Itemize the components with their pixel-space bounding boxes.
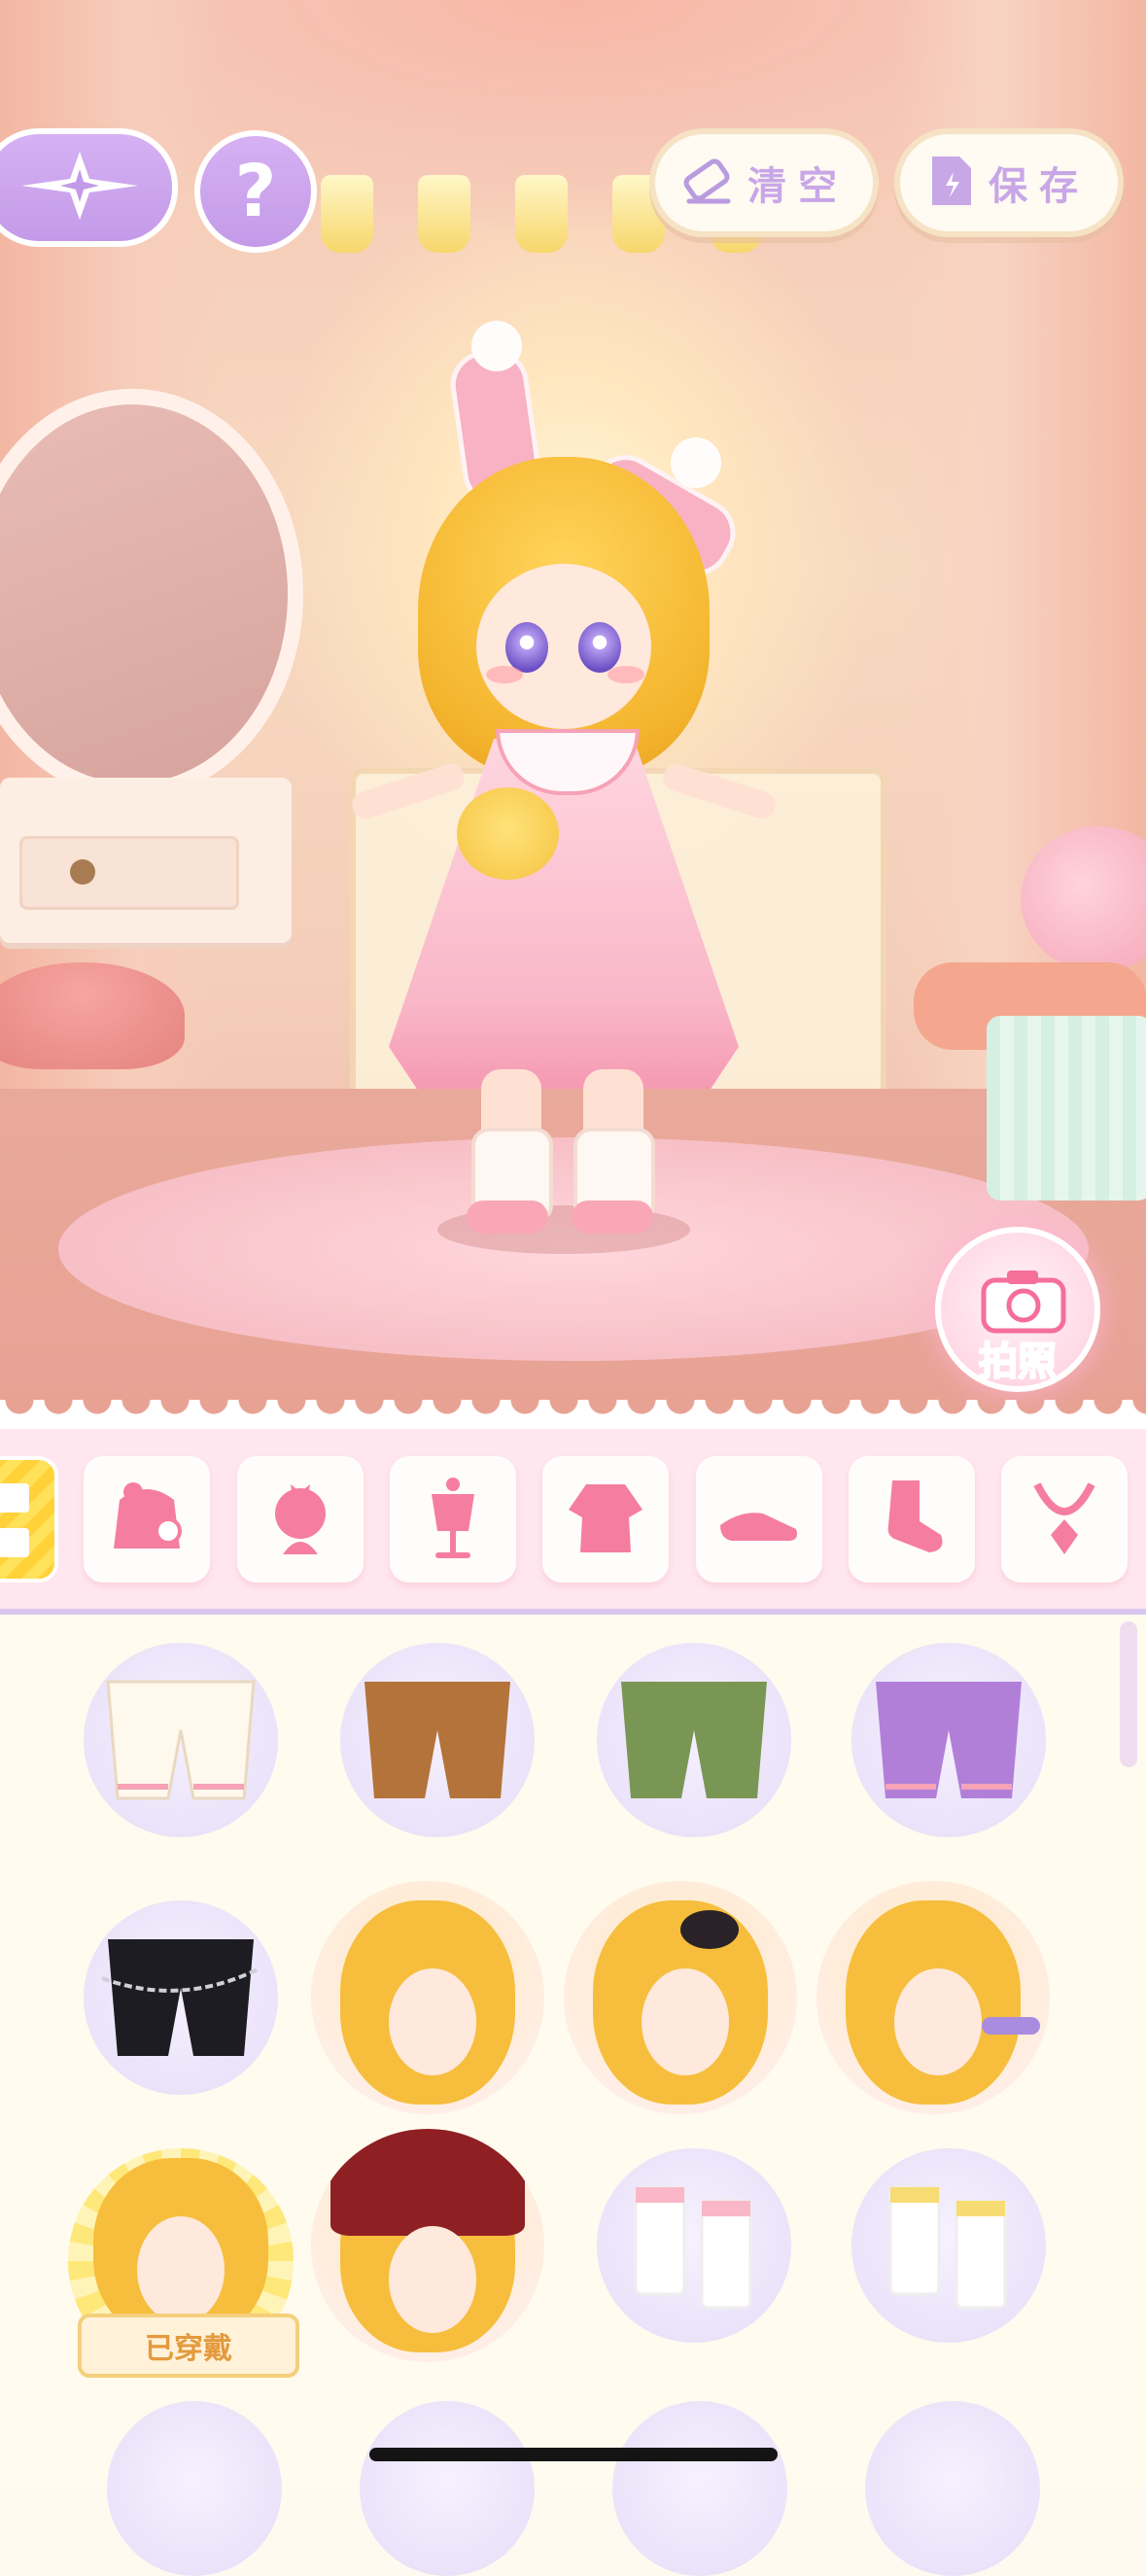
item-partial[interactable]	[612, 2401, 787, 2576]
category-tab-necklace[interactable]	[1001, 1456, 1128, 1583]
save-file-icon	[928, 153, 975, 213]
eraser-icon	[679, 157, 734, 209]
item-socks-pink-cuff[interactable]	[597, 2148, 791, 2343]
head-bow-icon	[254, 1471, 347, 1568]
arm-left	[348, 760, 469, 822]
category-tab-socks[interactable]	[849, 1456, 975, 1583]
item-hair-red-kerchief[interactable]	[311, 2129, 544, 2362]
help-button[interactable]: ?	[194, 130, 317, 253]
category-tab-dress[interactable]	[542, 1456, 669, 1583]
avatar-character[interactable]	[330, 321, 816, 1264]
lace-trim	[0, 1400, 1146, 1429]
category-tab-top[interactable]	[390, 1456, 516, 1583]
ear-pompom	[671, 437, 721, 488]
item-hair-purple-braid[interactable]	[816, 1881, 1050, 2114]
vanity-mirror	[0, 389, 303, 799]
item-partial[interactable]	[107, 2401, 282, 2576]
compass-star-icon	[20, 152, 138, 224]
eye-left	[505, 622, 548, 673]
category-tab-shoes[interactable]	[696, 1456, 822, 1583]
shoe-icon	[712, 1471, 806, 1568]
outfit-set-icon	[100, 1471, 193, 1568]
clear-button[interactable]: 清空	[649, 128, 879, 237]
sock-icon	[865, 1471, 958, 1568]
blush-right	[608, 666, 644, 683]
item-partial[interactable]	[360, 2401, 535, 2576]
eye-right	[578, 622, 621, 673]
save-button[interactable]: 保存	[894, 128, 1124, 237]
worn-badge: 已穿戴	[78, 2314, 299, 2378]
shoe-left	[467, 1201, 548, 1234]
item-shorts-green[interactable]	[597, 1643, 791, 1837]
save-label: 保存	[989, 164, 1090, 209]
chick-bag	[457, 787, 559, 880]
ear-pompom	[471, 321, 522, 371]
back-button[interactable]	[0, 128, 178, 247]
arm-right	[659, 760, 780, 822]
home-indicator[interactable]	[369, 2448, 778, 2461]
item-shorts-purple[interactable]	[851, 1643, 1046, 1837]
necklace-icon	[1018, 1471, 1111, 1568]
item-shorts-black-chain[interactable]	[84, 1900, 278, 2095]
category-tab-active[interactable]	[0, 1456, 58, 1583]
grid-scrollbar[interactable]	[1120, 1621, 1137, 1767]
pink-stool	[0, 962, 185, 1069]
shoe-right	[572, 1201, 653, 1234]
item-hair-braid-blue-clip[interactable]	[311, 1881, 544, 2114]
camera-icon	[980, 1267, 1067, 1339]
item-partial[interactable]	[865, 2401, 1040, 2576]
item-shorts-cream[interactable]	[84, 1643, 278, 1837]
character-face	[476, 564, 651, 729]
item-socks-yellow-cuff[interactable]	[851, 2148, 1046, 2343]
dress-icon	[559, 1471, 652, 1568]
help-label: ?	[234, 150, 277, 233]
drawer-knob	[70, 859, 95, 885]
category-tab-outfit[interactable]	[84, 1456, 210, 1583]
category-tab-headwear[interactable]	[237, 1456, 364, 1583]
mannequin-icon	[406, 1471, 500, 1568]
item-shorts-brown[interactable]	[340, 1643, 535, 1837]
photo-button[interactable]: 拍照	[935, 1227, 1100, 1392]
vanity-drawer	[19, 836, 239, 910]
gift-box	[987, 1016, 1146, 1201]
photo-label: 拍照	[978, 1339, 1058, 1385]
clear-label: 清空	[747, 164, 849, 209]
blush-left	[486, 666, 523, 683]
item-hair-black-bow[interactable]	[564, 1881, 797, 2114]
